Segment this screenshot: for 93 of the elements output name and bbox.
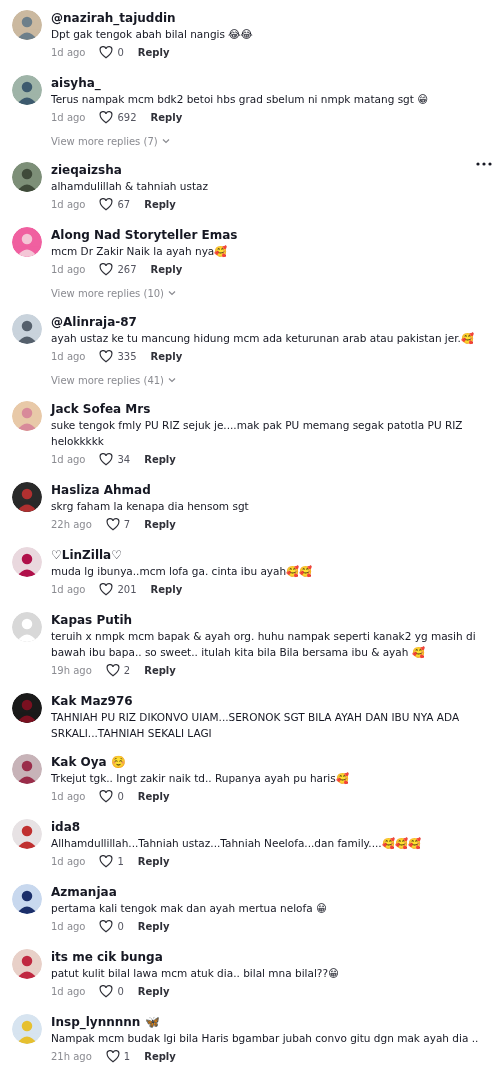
reply-link[interactable]: Reply bbox=[137, 46, 170, 58]
reply-link[interactable]: Reply bbox=[144, 198, 176, 210]
timestamp: 1d ago bbox=[51, 263, 86, 275]
username[interactable]: @nazirah_tajuddin bbox=[51, 10, 486, 26]
reply-link[interactable]: Reply bbox=[150, 583, 183, 595]
view-more-replies[interactable]: View more replies (7) bbox=[51, 133, 170, 149]
reply-link[interactable]: Reply bbox=[144, 453, 176, 465]
comment-text: teruih x nmpk mcm bapak & ayah org. huhu nampak seperti kanak2 yg masih di bawah ibu bapa.. so sweet.. itulah kita bila Bila bersama ibu & ayah 🥰 bbox=[51, 629, 477, 660]
comment-text: ayah ustaz ke tu mancung hidung mcm ada keturunan arab atau pakistan jer.🥰 bbox=[51, 331, 475, 346]
timestamp: 1d ago bbox=[51, 790, 86, 802]
heart-icon[interactable] bbox=[99, 349, 114, 363]
username[interactable]: Jack Sofea Mrs bbox=[51, 401, 486, 417]
timestamp: 1d ago bbox=[51, 985, 86, 997]
heart-icon[interactable] bbox=[99, 919, 114, 933]
timestamp: 1d ago bbox=[51, 350, 86, 362]
like-count: 267 bbox=[117, 263, 137, 275]
username[interactable]: its me cik bunga bbox=[51, 949, 486, 965]
reply-link[interactable]: Reply bbox=[144, 1050, 176, 1062]
timestamp: 1d ago bbox=[51, 198, 86, 210]
heart-icon[interactable] bbox=[99, 197, 114, 211]
like-count: 0 bbox=[117, 920, 124, 932]
reply-link[interactable]: Reply bbox=[144, 664, 176, 676]
timestamp: 1d ago bbox=[51, 583, 86, 595]
username[interactable]: aisyha_ bbox=[51, 75, 486, 91]
chevron-down-icon bbox=[161, 138, 170, 144]
heart-icon[interactable] bbox=[99, 582, 114, 596]
username[interactable]: Kak Oya ☺ bbox=[51, 754, 486, 770]
like-count: 34 bbox=[117, 453, 131, 465]
timestamp: 22h ago bbox=[51, 518, 92, 530]
heart-icon[interactable] bbox=[99, 854, 114, 868]
reply-link[interactable]: Reply bbox=[137, 790, 170, 802]
chevron-down-icon bbox=[168, 377, 176, 383]
like-count: 1 bbox=[123, 1050, 131, 1062]
comment-text: Terus nampak mcm bdk2 betoi hbs grad sbelum ni nmpk matang sgt 😁 bbox=[51, 92, 430, 107]
timestamp: 1d ago bbox=[51, 920, 86, 932]
reply-link[interactable]: Reply bbox=[144, 518, 176, 530]
username[interactable]: Hasliza Ahmad bbox=[51, 482, 486, 498]
comment-text: pertama kali tengok mak dan ayah mertua nelofa 😁 bbox=[51, 901, 328, 916]
timestamp: 1d ago bbox=[51, 111, 86, 123]
reply-link[interactable]: Reply bbox=[137, 920, 170, 932]
comment-text: alhamdulillah & tahniah ustaz bbox=[51, 179, 209, 194]
more-icon[interactable] bbox=[476, 162, 492, 166]
username[interactable]: Kak Maz976 bbox=[51, 693, 486, 709]
username[interactable]: Along Nad Storyteller Emas bbox=[51, 227, 486, 243]
like-count: 692 bbox=[117, 111, 137, 123]
reply-link[interactable]: Reply bbox=[150, 111, 183, 123]
like-count: 67 bbox=[117, 198, 131, 210]
heart-icon[interactable] bbox=[99, 984, 114, 998]
reply-link[interactable]: Reply bbox=[137, 855, 170, 867]
like-count: 0 bbox=[117, 46, 124, 58]
username[interactable]: ida8 bbox=[51, 819, 486, 835]
like-count: 335 bbox=[117, 350, 137, 362]
timestamp: 1d ago bbox=[51, 453, 86, 465]
comment-text: TAHNIAH PU RIZ DIKONVO UIAM...SERONOK SGT BILA AYAH DAN IBU NYA ADA SRKALI...TAHNIAH SEKALI LAGI bbox=[51, 710, 461, 741]
like-count: 0 bbox=[117, 790, 124, 802]
username[interactable]: Insp_lynnnnn 🦋 bbox=[51, 1014, 486, 1030]
chevron-down-icon bbox=[168, 290, 176, 296]
timestamp: 1d ago bbox=[51, 46, 86, 58]
username[interactable]: zieqaizsha bbox=[51, 162, 486, 178]
comment-text: skrg faham la kenapa dia hensom sgt bbox=[51, 499, 250, 514]
timestamp: 1d ago bbox=[51, 855, 86, 867]
like-count: 201 bbox=[117, 583, 137, 595]
reply-link[interactable]: Reply bbox=[137, 985, 170, 997]
reply-link[interactable]: Reply bbox=[150, 263, 183, 275]
comment-text: Allhamdullillah...Tahniah ustaz...Tahniah Neelofa...dan family....🥰🥰🥰 bbox=[51, 836, 422, 851]
like-count: 1 bbox=[117, 855, 124, 867]
like-count: 0 bbox=[117, 985, 124, 997]
comment-text: suke tengok fmly PU RIZ sejuk je....mak pak PU memang segak patotla PU RIZ helokkkkk bbox=[51, 418, 464, 449]
view-more-replies[interactable]: View more replies (10) bbox=[51, 285, 176, 301]
heart-icon[interactable] bbox=[99, 110, 114, 124]
heart-icon[interactable] bbox=[105, 663, 120, 677]
username[interactable]: ♡LinZilla♡ bbox=[51, 547, 486, 563]
comment-text: Trkejut tgk.. Ingt zakir naik td.. Rupanya ayah pu haris🥰 bbox=[51, 771, 350, 786]
like-count: 7 bbox=[123, 518, 131, 530]
username[interactable]: @Alinraja-87 bbox=[51, 314, 486, 330]
comment-text: muda lg ibunya..mcm lofa ga. cinta ibu ayah🥰🥰 bbox=[51, 564, 314, 579]
heart-icon[interactable] bbox=[99, 789, 114, 803]
timestamp: 19h ago bbox=[51, 664, 92, 676]
view-more-replies[interactable]: View more replies (41) bbox=[51, 372, 176, 388]
timestamp: 21h ago bbox=[51, 1050, 92, 1062]
heart-icon[interactable] bbox=[99, 262, 114, 276]
heart-icon[interactable] bbox=[105, 1049, 120, 1063]
username[interactable]: Kapas Putih bbox=[51, 612, 486, 628]
reply-link[interactable]: Reply bbox=[150, 350, 183, 362]
heart-icon[interactable] bbox=[105, 517, 120, 531]
comment-text: Dpt gak tengok abah bilal nangis 😂😂 bbox=[51, 27, 254, 42]
like-count: 2 bbox=[123, 664, 131, 676]
comment-text: patut kulit bilal lawa mcm atuk dia.. bilal mna bilal??😁 bbox=[51, 966, 340, 981]
username[interactable]: Azmanjaa bbox=[51, 884, 486, 900]
comment-text: Nampak mcm budak lgi bila Haris bgambar jubah convo gitu dgn mak ayah dia .. bbox=[51, 1031, 480, 1046]
heart-icon[interactable] bbox=[99, 452, 114, 466]
comment-text: mcm Dr Zakir Naik la ayah nya🥰 bbox=[51, 244, 229, 259]
heart-icon[interactable] bbox=[99, 45, 114, 59]
